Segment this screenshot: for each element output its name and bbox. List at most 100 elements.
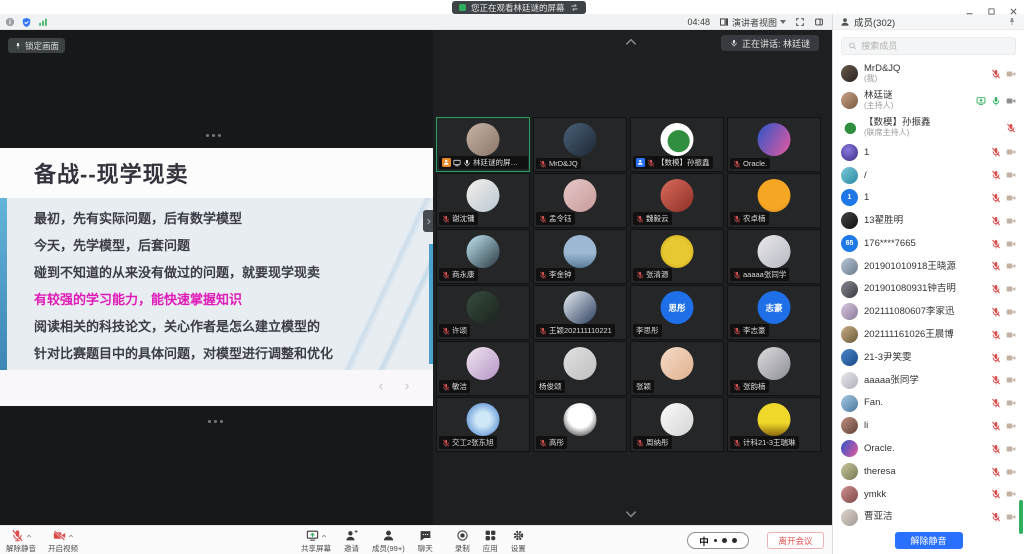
toolbar-handle-icon[interactable] bbox=[208, 420, 211, 423]
video-tile[interactable]: aaaaa张同学 bbox=[727, 229, 821, 284]
video-tile[interactable]: 志豪 李志豪 bbox=[727, 285, 821, 340]
member-row[interactable]: 1 bbox=[841, 141, 1016, 164]
start-video-button[interactable]: 开启视频 bbox=[48, 529, 78, 554]
switch-screen-icon[interactable] bbox=[570, 3, 579, 12]
watching-banner-text: 您正在观看林廷谜的屏幕 bbox=[471, 2, 565, 14]
pin-view-button[interactable]: 锁定画面 bbox=[8, 38, 65, 53]
video-tile[interactable]: 交工2张东旭 bbox=[436, 397, 530, 452]
unmute-button[interactable]: 解除静音 bbox=[6, 529, 36, 554]
member-row[interactable]: 1 1 bbox=[841, 187, 1016, 210]
video-tile[interactable]: 计科21-3王瑞琳 bbox=[727, 397, 821, 452]
member-row[interactable]: / bbox=[841, 164, 1016, 187]
invite-button[interactable]: 邀请 bbox=[344, 529, 359, 554]
pin-panel-icon[interactable] bbox=[1007, 17, 1017, 27]
mic-muted-icon bbox=[733, 271, 741, 279]
leave-meeting-button[interactable]: 离开会议 bbox=[767, 532, 824, 549]
chevron-up-icon[interactable] bbox=[321, 533, 327, 539]
video-tile[interactable]: 敏洁 bbox=[436, 341, 530, 396]
member-row[interactable]: 林廷谜 (主持人) bbox=[841, 87, 1016, 114]
video-tile[interactable]: 孟令钰 bbox=[533, 173, 627, 228]
video-tile[interactable]: 张颖 bbox=[630, 341, 724, 396]
avatar bbox=[564, 179, 597, 212]
toolbar-handle-icon[interactable] bbox=[206, 134, 209, 137]
member-row[interactable]: 曹亚洁 bbox=[841, 506, 1016, 526]
participant-name: 李思彤 bbox=[636, 325, 659, 336]
chevron-up-icon[interactable] bbox=[68, 533, 74, 539]
member-name: 【数模】孙振鑫 bbox=[864, 117, 1000, 128]
search-input[interactable] bbox=[861, 41, 1009, 51]
video-tile[interactable]: 许颂 bbox=[436, 285, 530, 340]
member-name: Fan. bbox=[864, 397, 985, 408]
member-row[interactable]: aaaaa张同学 bbox=[841, 369, 1016, 392]
record-button[interactable]: 录制 bbox=[455, 529, 470, 554]
member-name: aaaaa张同学 bbox=[864, 375, 985, 386]
slide-line: 碰到不知道的从来没有做过的问题，就要现学现卖 bbox=[34, 259, 407, 286]
member-search[interactable] bbox=[841, 37, 1016, 55]
participant-name: 张清源 bbox=[646, 269, 669, 280]
next-slide-icon[interactable] bbox=[402, 382, 411, 391]
video-tile[interactable]: 【数模】孙振鑫 bbox=[630, 117, 724, 172]
member-row[interactable]: 201901080931钟吉明 bbox=[841, 278, 1016, 301]
video-tile[interactable]: 林廷谜的屏幕共享 bbox=[436, 117, 530, 172]
members-button[interactable]: 成员(99+) bbox=[372, 529, 405, 554]
prev-slide-icon[interactable] bbox=[377, 382, 386, 391]
video-tile[interactable]: 周纳彤 bbox=[630, 397, 724, 452]
member-row[interactable]: 201901010918王晓源 bbox=[841, 255, 1016, 278]
video-tile[interactable]: 农卓楠 bbox=[727, 173, 821, 228]
avatar bbox=[564, 403, 597, 436]
scrollbar-thumb[interactable] bbox=[1019, 500, 1023, 534]
participant-name: 敏洁 bbox=[452, 381, 467, 392]
video-tile[interactable]: 魏毅云 bbox=[630, 173, 724, 228]
member-row[interactable]: 65 176****7665 bbox=[841, 232, 1016, 255]
tile-name-bar: 高彤 bbox=[536, 436, 567, 449]
unmute-button[interactable]: 解除静音 bbox=[895, 532, 963, 549]
member-row[interactable]: 【数模】孙振鑫 (联席主持人) bbox=[841, 114, 1016, 141]
fullscreen-icon[interactable] bbox=[795, 17, 805, 27]
mic-muted-icon bbox=[442, 215, 450, 223]
share-screen-button[interactable]: 共享屏幕 bbox=[301, 529, 331, 554]
video-tile[interactable]: 张韵楠 bbox=[727, 341, 821, 396]
slide-side-tab[interactable] bbox=[423, 210, 433, 232]
member-row[interactable]: theresa bbox=[841, 460, 1016, 483]
view-mode-selector[interactable]: 演讲者视图 bbox=[719, 16, 786, 29]
member-row[interactable]: Fan. bbox=[841, 392, 1016, 415]
ime-toolbar[interactable]: 中 bbox=[687, 532, 749, 549]
collapse-grid-icon[interactable] bbox=[624, 37, 638, 47]
member-row[interactable]: Oracle. bbox=[841, 437, 1016, 460]
video-tile[interactable]: 李金钟 bbox=[533, 229, 627, 284]
apps-button[interactable]: 应用 bbox=[483, 529, 498, 554]
member-row[interactable]: ymkk bbox=[841, 483, 1016, 506]
network-signal-icon[interactable] bbox=[38, 17, 48, 27]
video-tile[interactable]: 商永康 bbox=[436, 229, 530, 284]
expand-grid-icon[interactable] bbox=[624, 509, 638, 519]
video-tile[interactable]: 张清源 bbox=[630, 229, 724, 284]
member-row[interactable]: 202111161026王晨博 bbox=[841, 323, 1016, 346]
video-grid-area: 正在讲话: 林廷谜 林廷谜的屏幕共享 MrD&JQ 【数模】孙振鑫 Oracle… bbox=[433, 30, 832, 525]
camera-off-icon bbox=[1006, 421, 1016, 431]
video-tile[interactable]: 思彤 李思彤 bbox=[630, 285, 724, 340]
video-tile[interactable]: MrD&JQ bbox=[533, 117, 627, 172]
meeting-info-icon[interactable] bbox=[5, 17, 15, 27]
watching-banner[interactable]: 您正在观看林廷谜的屏幕 bbox=[452, 1, 586, 14]
chat-button[interactable]: 聊天 bbox=[418, 529, 433, 554]
member-name: 201901080931钟吉明 bbox=[864, 283, 985, 294]
video-tile[interactable]: 王颖202111110221 bbox=[533, 285, 627, 340]
member-row[interactable]: 202111080607李家迅 bbox=[841, 301, 1016, 324]
settings-button[interactable]: 设置 bbox=[511, 529, 526, 554]
video-tile[interactable]: 谢沈镛 bbox=[436, 173, 530, 228]
close-button[interactable] bbox=[1009, 3, 1018, 12]
member-avatar: 1 bbox=[841, 189, 858, 206]
side-panel-icon[interactable] bbox=[814, 17, 824, 27]
video-tile[interactable]: 杨俊颂 bbox=[533, 341, 627, 396]
member-row[interactable]: li bbox=[841, 415, 1016, 438]
minimize-button[interactable] bbox=[965, 3, 974, 12]
member-row[interactable]: 13翟胜明 bbox=[841, 209, 1016, 232]
video-tile[interactable]: Oracle. bbox=[727, 117, 821, 172]
video-tile[interactable]: 高彤 bbox=[533, 397, 627, 452]
chevron-up-icon[interactable] bbox=[26, 533, 32, 539]
member-row[interactable]: 21-3尹笑雯 bbox=[841, 346, 1016, 369]
mic-muted-icon bbox=[991, 512, 1001, 522]
maximize-button[interactable] bbox=[987, 3, 996, 12]
security-shield-icon[interactable] bbox=[21, 17, 32, 28]
member-row[interactable]: MrD&JQ (我) bbox=[841, 60, 1016, 87]
